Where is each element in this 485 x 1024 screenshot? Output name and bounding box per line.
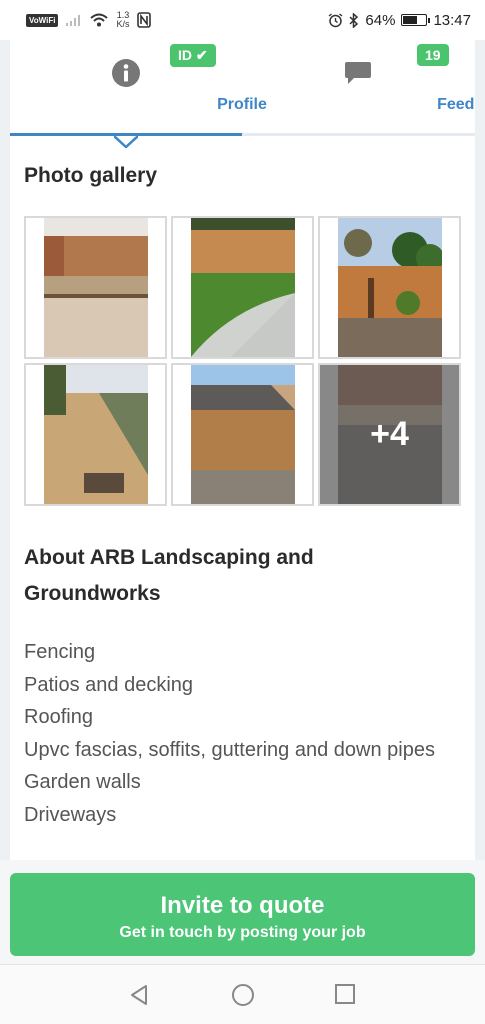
gallery-more-photos[interactable]: +4 <box>318 363 461 506</box>
list-item: Fencing <box>24 641 96 663</box>
status-bar: VoWiFi 1.3 K/s 64% 13:47 <box>0 0 485 40</box>
cta-title: Invite to quote <box>160 892 325 919</box>
gallery-photo[interactable] <box>24 363 167 506</box>
id-verified-badge: ID ✔ <box>170 44 216 67</box>
photo-gallery-title: Photo gallery <box>24 164 158 187</box>
list-item: Patios and decking <box>24 673 194 696</box>
more-photos-overlay: +4 <box>320 365 459 504</box>
battery-icon <box>401 14 431 26</box>
gallery-photo[interactable] <box>24 216 167 359</box>
clock: 13:47 <box>433 11 471 29</box>
back-icon[interactable] <box>128 983 150 1007</box>
list-item: Garden walls <box>24 771 141 793</box>
list-item: Upvc fascias, soffits, guttering and dow… <box>24 738 435 761</box>
gallery-photo[interactable] <box>171 216 314 359</box>
lawn-and-fence-photo <box>190 218 295 357</box>
gallery-photo[interactable] <box>171 363 314 506</box>
profile-card: Profile Feedback ID ✔ 19 Photo gallery <box>10 40 475 860</box>
bluetooth-icon <box>349 12 359 28</box>
signal-icon <box>66 15 81 26</box>
net-speed-unit: K/s <box>116 19 130 29</box>
tab-bar: Profile Feedback ID ✔ 19 <box>10 40 475 148</box>
info-icon <box>112 59 140 87</box>
invite-to-quote-button[interactable]: Invite to quote Get in touch by posting … <box>10 873 475 956</box>
list-item: Driveways <box>24 803 117 826</box>
battery-percent: 64% <box>365 11 396 29</box>
system-nav-bar <box>0 964 485 1024</box>
home-icon[interactable] <box>231 983 255 1007</box>
services-list: Fencing Patios and decking Roofing Upvc … <box>24 636 444 831</box>
fence-and-planting-photo <box>337 218 442 357</box>
status-bar-left: VoWiFi 1.3 K/s <box>26 11 152 29</box>
roof-and-fence-photo <box>190 365 295 504</box>
recents-icon[interactable] <box>334 983 356 1005</box>
nfc-icon <box>137 12 152 28</box>
about-title: About ARB Landscaping and Groundworks <box>24 546 314 605</box>
wifi-icon <box>90 13 109 27</box>
list-item: Roofing <box>24 706 93 728</box>
active-tab-caret <box>114 136 138 148</box>
net-speed: 1.3 K/s <box>116 11 129 29</box>
battery-fill <box>403 16 417 24</box>
cta-bar: Invite to quote Get in touch by posting … <box>0 860 485 964</box>
gravel-path-photo <box>43 365 148 504</box>
chat-bubble-icon <box>345 62 371 84</box>
status-bar-right: 64% 13:47 <box>328 12 471 29</box>
vowifi-badge: VoWiFi <box>26 13 59 27</box>
fence-and-gravel-photo <box>43 218 148 357</box>
photo-gallery: +4 <box>24 216 462 508</box>
gallery-photo[interactable] <box>318 216 461 359</box>
tab-feedback-label: Feedback <box>437 96 475 113</box>
alarm-icon <box>328 12 343 27</box>
feedback-count-badge: 19 <box>417 44 449 66</box>
cta-subtitle: Get in touch by posting your job <box>119 924 366 941</box>
